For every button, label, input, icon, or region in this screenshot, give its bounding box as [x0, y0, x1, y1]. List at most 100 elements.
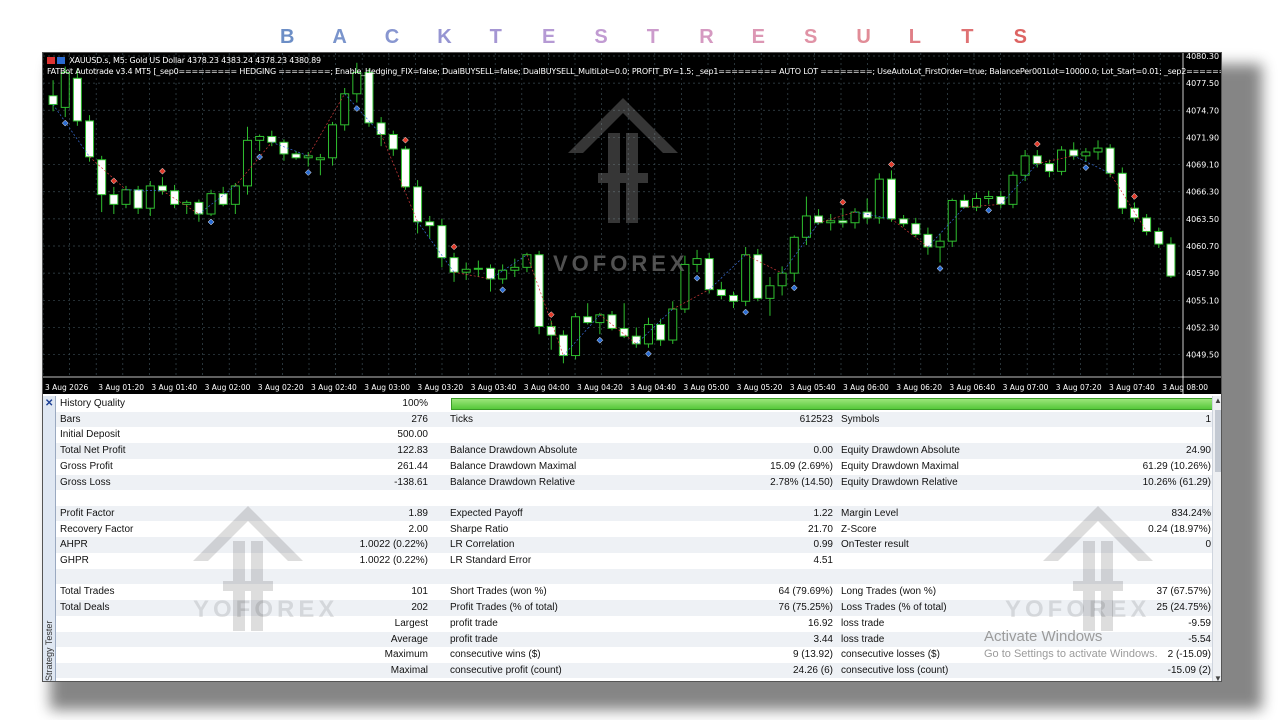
candle-body	[1105, 147, 1115, 174]
candle-body	[704, 258, 714, 291]
metric-value: 4.51	[813, 555, 833, 566]
candle-body	[1093, 147, 1103, 153]
candle-body	[546, 325, 556, 336]
time-axis-label: 3 Aug 01:20	[98, 383, 144, 392]
report-row: Initial Deposit 500.00	[56, 427, 1212, 443]
chart-info: XAUUSD.s, M5: Gold US Dollar 4378.23 438…	[47, 56, 1221, 76]
time-axis-label: 3 Aug 05:00	[683, 383, 729, 392]
candle-body	[899, 218, 909, 225]
scroll-thumb[interactable]	[1215, 410, 1221, 472]
metric-value: 21.70	[807, 523, 833, 535]
price-axis-label: 4052.30	[1186, 323, 1219, 332]
candle-body	[996, 196, 1006, 205]
trade-marker	[1131, 193, 1138, 200]
candle-body	[1020, 155, 1030, 176]
candle-body	[935, 240, 945, 248]
scroll-down-icon[interactable]: ▼	[1214, 674, 1221, 681]
candle-body	[510, 266, 520, 271]
candle-body	[157, 185, 167, 192]
price-chart[interactable]: 4080.30 4077.50 4074.70 4071.90 4069.10 4066.…	[43, 53, 1221, 394]
candle-body	[473, 267, 483, 270]
metric-label: Ticks	[450, 413, 473, 425]
trade-link-line	[964, 203, 1001, 208]
time-axis-label: 3 Aug 2026	[45, 383, 88, 392]
metric-value: -138.61	[394, 476, 428, 488]
metric-label: Profit Trades (% of total)	[450, 602, 558, 614]
windows-activation-notice: Activate Windows Go to Settings to activ…	[984, 628, 1158, 660]
trade-link-line	[781, 222, 819, 274]
trade-marker	[790, 284, 798, 292]
candle-body	[1166, 243, 1176, 277]
candle-body	[315, 157, 325, 161]
time-axis-label: 3 Aug 07:00	[1003, 383, 1049, 392]
candle-body	[753, 254, 763, 299]
candle-body	[145, 185, 155, 209]
time-axis-label: 3 Aug 04:40	[630, 383, 676, 392]
report-scrollbar[interactable]: ▲ ▼	[1212, 396, 1221, 681]
candle-body	[789, 236, 799, 274]
candle-body	[886, 178, 896, 220]
candle-body	[72, 77, 82, 122]
time-axis-label: 3 Aug 02:00	[205, 383, 251, 392]
candle-body	[1032, 155, 1042, 165]
candle-body	[728, 294, 739, 302]
trade-link-line	[380, 134, 418, 222]
candle-body	[364, 71, 374, 124]
metric-value: 9 (13.92)	[792, 649, 833, 661]
price-axis-label: 4057.90	[1186, 269, 1219, 278]
banner-letter: T	[489, 26, 502, 48]
candle-body	[1008, 174, 1018, 205]
chart-menu-icon[interactable]	[47, 57, 55, 64]
time-axis-label: 3 Aug 05:20	[737, 383, 783, 392]
candle-body	[413, 186, 423, 223]
expert-icon[interactable]	[57, 57, 65, 64]
candle-body	[1117, 172, 1127, 209]
metric-value: 261.44	[397, 460, 428, 472]
metric-label: Total Trades	[60, 586, 115, 598]
candle-body	[485, 267, 496, 280]
tester-side-tab[interactable]: ✕ Strategy Tester	[43, 396, 56, 681]
report-row: History Quality 100%	[56, 396, 1213, 412]
scroll-up-icon[interactable]: ▲	[1214, 396, 1221, 405]
trade-marker	[936, 265, 944, 272]
candle-body	[838, 220, 848, 224]
metric-value: 122.83	[397, 445, 428, 457]
trade-marker	[742, 308, 750, 316]
report-row: Gross Loss -138.61 Balance Drawdown Relati…	[56, 474, 1212, 491]
metric-label: Short Trades (won %)	[450, 586, 547, 598]
close-icon[interactable]: ✕	[45, 398, 53, 409]
price-axis-label: 4077.50	[1186, 79, 1219, 88]
trade-link-line	[1037, 155, 1074, 164]
metric-label: Total Net Profit	[60, 445, 126, 457]
trade-link-line	[708, 254, 746, 290]
candle-body	[133, 189, 143, 209]
time-axis-label: 3 Aug 04:20	[577, 383, 623, 392]
time-axis-label: 3 Aug 03:00	[364, 383, 410, 392]
price-axis-label: 4049.50	[1186, 351, 1219, 360]
banner-letter: A	[332, 26, 347, 48]
candle-body	[911, 223, 921, 235]
time-axis-label: 3 Aug 02:40	[311, 383, 357, 392]
candle-body	[583, 316, 593, 324]
trade-link-line	[453, 271, 491, 280]
metric-label: profit trade	[450, 617, 498, 629]
trade-link-line	[89, 156, 127, 191]
candle-body	[303, 155, 313, 159]
trade-link-line	[672, 289, 710, 310]
metric-value: 100%	[402, 398, 428, 409]
metric-value: 500.00	[397, 429, 428, 441]
metric-label: Margin Level	[841, 507, 899, 519]
metric-label: Balance Drawdown Relative	[450, 476, 576, 488]
candle-body	[571, 316, 581, 357]
candle-body	[668, 308, 678, 341]
candle-body	[170, 190, 180, 205]
metric-label: Equity Drawdown Relative	[841, 476, 958, 488]
candle-body	[959, 199, 969, 208]
metric-label: History Quality	[60, 398, 126, 409]
report-row: Bars 276 Ticks 612523 Symbols 1	[56, 411, 1212, 428]
banner-letter: E	[751, 26, 765, 48]
candle-body	[194, 201, 204, 215]
trade-link-line	[417, 221, 455, 273]
candle-body	[60, 71, 70, 108]
banner-letter: T	[646, 26, 660, 48]
